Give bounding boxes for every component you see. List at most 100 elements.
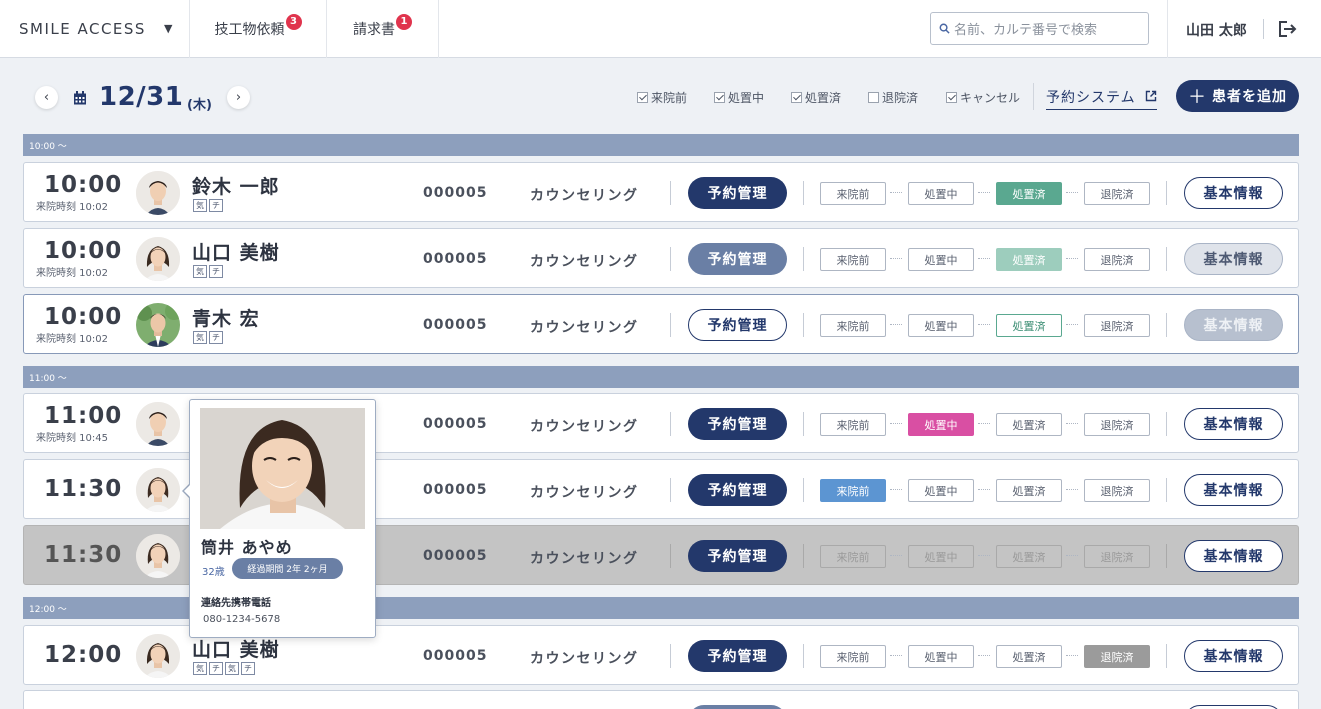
status-before-visit[interactable]: 来院前 [820,182,886,205]
status-discharged[interactable]: 退院済 [1084,413,1150,436]
status-before-visit[interactable]: 来院前 [820,479,886,502]
appointment-time: 10:00 [44,172,123,198]
status-before-visit[interactable]: 来院前 [820,645,886,668]
status-in-treatment[interactable]: 処置中 [908,479,974,502]
tag-badge: 気 [225,662,239,675]
status-discharged[interactable]: 退院済 [1084,248,1150,271]
filter-treated[interactable]: 処置済 [791,89,841,106]
filter-in-treatment[interactable]: 処置中 [714,89,764,106]
tag-badge: チ [209,265,223,278]
reservation-manage-button[interactable]: 予約管理 [688,408,787,440]
search-input[interactable]: 名前、カルテ番号で検索 [930,12,1149,45]
appointment-type: カウンセリング [530,188,639,204]
status-connector [890,555,902,556]
nav-invoices-label: 請求書 [353,21,395,38]
calendar-icon[interactable] [73,90,87,109]
table-row[interactable]: 10:00 来院時刻 10:02 青木 宏 気 チ 000005 カウンセリング… [23,294,1299,354]
status-before-visit[interactable]: 来院前 [820,545,886,568]
filter-label: 来院前 [651,91,688,105]
time-section-header: 10:00 〜 [23,134,1299,156]
external-link-icon [1145,90,1157,102]
status-treated[interactable]: 処置済 [996,413,1062,436]
row-divider [670,247,671,271]
avatar[interactable] [136,402,180,446]
reservation-manage-button[interactable]: 予約管理 [688,640,787,672]
status-connector [890,655,902,656]
table-row[interactable] [23,690,1299,709]
reservation-manage-button[interactable]: 予約管理 [688,177,787,209]
status-discharged[interactable]: 退院済 [1084,545,1150,568]
patient-name[interactable]: 青木 宏 [192,304,260,331]
next-day-button[interactable]: › [227,86,250,109]
status-in-treatment[interactable]: 処置中 [908,248,974,271]
status-in-treatment[interactable]: 処置中 [908,413,974,436]
tag-badge: チ [209,331,223,344]
filter-label: 処置済 [805,91,842,105]
logout-icon[interactable] [1278,20,1298,42]
basic-info-button[interactable]: 基本情報 [1184,177,1283,209]
status-discharged[interactable]: 退院済 [1084,479,1150,502]
status-before-visit[interactable]: 来院前 [820,314,886,337]
reservation-manage-button[interactable]: 予約管理 [688,243,787,275]
status-in-treatment[interactable]: 処置中 [908,182,974,205]
basic-info-button[interactable]: 基本情報 [1184,640,1283,672]
filter-discharged[interactable]: 退院済 [868,89,918,106]
phone-number[interactable]: 080-1234-5678 [203,614,280,625]
status-treated[interactable]: 処置済 [996,182,1062,205]
patient-name[interactable]: 山口 美樹 [192,635,280,662]
status-treated[interactable]: 処置済 [996,248,1062,271]
add-patient-button[interactable]: ＋ 患者を追加 [1176,80,1299,112]
basic-info-button[interactable]: 基本情報 [1184,309,1283,341]
reservation-manage-button[interactable]: 予約管理 [688,540,787,572]
avatar[interactable] [136,634,180,678]
row-divider [1166,544,1167,568]
avatar[interactable] [136,303,180,347]
table-row[interactable]: 10:00 来院時刻 10:02 鈴木 一郎 気 チ 000005 カウンセリン… [23,162,1299,222]
status-in-treatment[interactable]: 処置中 [908,314,974,337]
brand-menu[interactable]: SMILE ACCESS ▼ [0,0,190,58]
table-row[interactable]: 10:00 来院時刻 10:02 山口 美樹 気 チ 000005 カウンセリン… [23,228,1299,288]
tag-badge: 気 [193,331,207,344]
reservation-system-link[interactable]: 予約システム [1046,87,1158,110]
status-treated[interactable]: 処置済 [996,645,1062,668]
checkbox-icon [714,92,725,103]
current-date[interactable]: 12/31 [99,82,183,112]
filter-cancel[interactable]: キャンセル [946,89,1020,106]
patient-name[interactable]: 山口 美樹 [192,238,280,265]
basic-info-button[interactable]: 基本情報 [1184,243,1283,275]
status-discharged[interactable]: 退院済 [1084,645,1150,668]
nav-lab-requests[interactable]: 技工物依頼 3 [190,0,327,58]
row-divider [670,544,671,568]
status-in-treatment[interactable]: 処置中 [908,545,974,568]
status-discharged[interactable]: 退院済 [1084,182,1150,205]
avatar[interactable] [136,534,180,578]
status-treated[interactable]: 処置済 [996,545,1062,568]
checkbox-icon [791,92,802,103]
prev-day-button[interactable]: ‹ [35,86,58,109]
basic-info-button[interactable] [1184,705,1283,709]
avatar[interactable] [136,468,180,512]
user-name[interactable]: 山田 太郎 [1186,20,1247,40]
nav-invoices[interactable]: 請求書 1 [327,0,439,58]
appointment-time: 10:00 [44,304,123,330]
status-in-treatment[interactable]: 処置中 [908,645,974,668]
avatar[interactable] [136,171,180,215]
chart-number: 000005 [423,648,488,664]
status-connector [978,489,990,490]
status-before-visit[interactable]: 来院前 [820,248,886,271]
basic-info-button[interactable]: 基本情報 [1184,408,1283,440]
patient-name[interactable]: 鈴木 一郎 [192,172,280,199]
avatar[interactable] [136,237,180,281]
status-connector [978,423,990,424]
status-before-visit[interactable]: 来院前 [820,413,886,436]
status-discharged[interactable]: 退院済 [1084,314,1150,337]
reservation-manage-button[interactable] [688,705,787,709]
reservation-manage-button[interactable]: 予約管理 [688,474,787,506]
status-treated[interactable]: 処置済 [996,479,1062,502]
reservation-manage-button[interactable]: 予約管理 [688,309,787,341]
appointment-time: 11:30 [44,542,123,568]
status-treated[interactable]: 処置済 [996,314,1062,337]
basic-info-button[interactable]: 基本情報 [1184,540,1283,572]
filter-before-visit[interactable]: 来院前 [637,89,687,106]
basic-info-button[interactable]: 基本情報 [1184,474,1283,506]
